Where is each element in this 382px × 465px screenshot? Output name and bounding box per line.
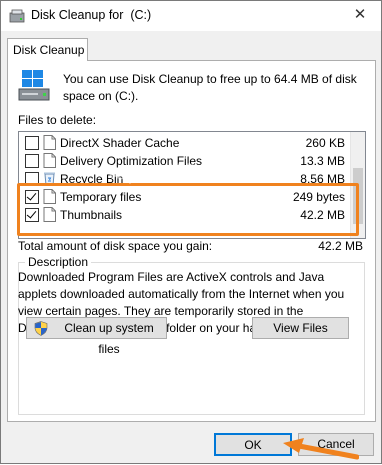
watermark: RepairWin.com (100, 160, 263, 184)
tab-label: Disk Cleanup (13, 43, 85, 57)
disk-cleanup-app-icon (9, 9, 25, 23)
disk-cleanup-panel: You can use Disk Cleanup to free up to 6… (7, 60, 376, 422)
checkbox[interactable] (25, 208, 39, 222)
view-files-button[interactable]: View Files (252, 317, 349, 339)
tab-disk-cleanup[interactable]: Disk Cleanup (7, 38, 88, 61)
shield-icon (34, 321, 48, 336)
item-name: Temporary files (60, 190, 142, 204)
description-title: Description (25, 255, 92, 269)
item-size: 8.56 MB (300, 172, 345, 186)
recycle-bin-icon (44, 172, 55, 186)
ok-button[interactable]: OK (214, 433, 292, 456)
list-scrollbar[interactable] (350, 132, 365, 238)
checkbox[interactable] (25, 136, 39, 150)
item-name: Thumbnails (60, 208, 123, 222)
title-bar: Disk Cleanup for (C:) ✕ (1, 1, 381, 31)
intro-text: You can use Disk Cleanup to free up to 6… (63, 72, 357, 103)
checkbox[interactable] (25, 154, 39, 168)
file-icon (43, 135, 56, 150)
item-size: 13.3 MB (300, 154, 345, 168)
disk-cleanup-window: Disk Cleanup for (C:) ✕ Disk Cleanup You… (0, 0, 382, 464)
item-name: DirectX Shader Cache (60, 136, 180, 150)
list-item[interactable]: Thumbnails 42.2 MB (19, 206, 351, 224)
item-size: 260 KB (305, 136, 345, 150)
window-title: Disk Cleanup for (C:) (31, 8, 152, 22)
files-to-delete-label: Files to delete: (18, 113, 97, 127)
checkbox[interactable] (25, 172, 39, 186)
file-icon (43, 189, 56, 204)
total-space-label: Total amount of disk space you gain: (18, 239, 213, 253)
total-space-value: 42.2 MB (318, 239, 363, 253)
clean-up-system-files-button[interactable]: Clean up system files (26, 317, 167, 356)
drive-icon (18, 70, 50, 101)
close-icon: ✕ (353, 6, 367, 23)
cancel-button[interactable]: Cancel (298, 433, 374, 456)
file-icon (43, 207, 56, 222)
item-size: 42.2 MB (300, 208, 345, 222)
close-button[interactable]: ✕ (347, 3, 373, 27)
checkbox[interactable] (25, 190, 39, 204)
file-icon (43, 153, 56, 168)
list-item[interactable]: Temporary files 249 bytes (19, 188, 351, 206)
item-size: 249 bytes (292, 190, 345, 204)
list-item[interactable]: DirectX Shader Cache 260 KB (19, 134, 351, 152)
files-list[interactable]: DirectX Shader Cache 260 KB Delivery Opt… (18, 131, 366, 239)
clean-up-label: Clean up system files (64, 321, 154, 356)
scrollbar-thumb[interactable] (353, 168, 363, 224)
